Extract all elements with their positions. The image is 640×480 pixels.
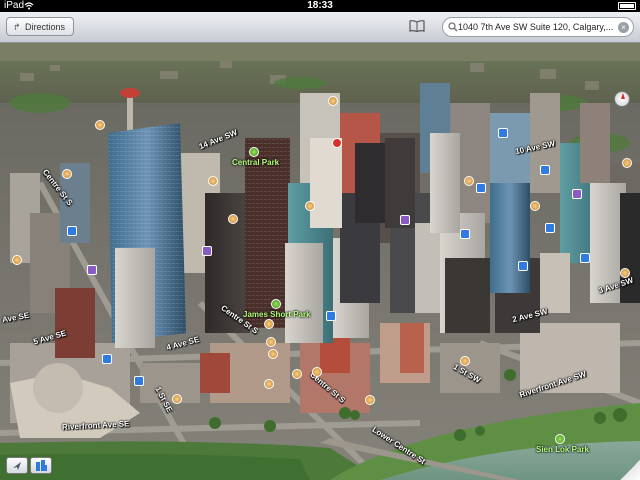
poi-pin-icon[interactable] <box>460 356 470 366</box>
poi-pin-icon[interactable] <box>266 337 276 347</box>
poi-pin-icon[interactable] <box>268 349 278 359</box>
status-bar: iPad 18:33 <box>0 0 640 12</box>
poi-pin-icon[interactable] <box>540 165 550 175</box>
poi-pin-icon[interactable] <box>312 367 322 377</box>
search-input[interactable] <box>458 19 616 35</box>
poi-pin-icon[interactable] <box>264 319 274 329</box>
poi-pin-icon[interactable] <box>202 246 212 256</box>
flyover-city-render <box>0 43 640 480</box>
poi-pin-icon[interactable] <box>95 120 105 130</box>
poi-pin-icon[interactable] <box>87 265 97 275</box>
flyover-3d-button[interactable] <box>30 457 52 474</box>
poi-pin-icon[interactable] <box>102 354 112 364</box>
poi-pin-icon[interactable] <box>530 201 540 211</box>
buildings-3d-icon <box>36 460 47 471</box>
poi-pin-icon[interactable] <box>545 223 555 233</box>
current-location-button[interactable] <box>6 457 28 474</box>
park-label: Central Park <box>232 158 280 167</box>
poi-pin-icon[interactable] <box>208 176 218 186</box>
page-curl-icon[interactable] <box>620 460 640 480</box>
poi-pin-icon[interactable] <box>67 226 77 236</box>
poi-pin-icon[interactable] <box>305 201 315 211</box>
poi-pin-icon[interactable] <box>518 261 528 271</box>
poi-pin-icon[interactable] <box>400 215 410 225</box>
poi-pin-icon[interactable] <box>62 169 72 179</box>
poi-pin-icon[interactable] <box>12 255 22 265</box>
status-time: 18:33 <box>307 0 333 11</box>
poi-pin-icon[interactable] <box>476 183 486 193</box>
poi-pin-icon[interactable] <box>498 128 508 138</box>
poi-pin-icon[interactable] <box>172 394 182 404</box>
park-icon[interactable] <box>249 147 259 157</box>
poi-pin-icon[interactable] <box>572 189 582 199</box>
poi-pin-icon[interactable] <box>326 311 336 321</box>
poi-pin-icon[interactable] <box>332 138 342 148</box>
bookmarks-icon[interactable] <box>409 20 425 32</box>
directions-arrow-icon: ↱ <box>13 22 21 32</box>
park-icon[interactable] <box>271 299 281 309</box>
poi-pin-icon[interactable] <box>580 253 590 263</box>
park-label: James Short Park <box>243 310 311 319</box>
directions-button[interactable]: ↱ Directions <box>6 17 75 36</box>
poi-pin-icon[interactable] <box>328 96 338 106</box>
map-view[interactable]: 14 Ave SW Centre St S 10 Ave SW Ave SE 5… <box>0 43 640 480</box>
poi-pin-icon[interactable] <box>622 158 632 168</box>
clear-search-icon[interactable]: × <box>618 22 629 33</box>
battery-icon <box>618 2 636 10</box>
poi-pin-icon[interactable] <box>620 268 630 278</box>
poi-pin-icon[interactable] <box>264 379 274 389</box>
maps-toolbar: ↱ Directions × <box>0 12 640 43</box>
compass-icon[interactable] <box>614 91 630 107</box>
park-icon[interactable] <box>555 434 565 444</box>
location-arrow-icon <box>13 462 21 470</box>
poi-pin-icon[interactable] <box>134 376 144 386</box>
poi-pin-icon[interactable] <box>365 395 375 405</box>
poi-pin-icon[interactable] <box>292 369 302 379</box>
search-field[interactable]: × <box>442 17 634 37</box>
poi-pin-icon[interactable] <box>464 176 474 186</box>
directions-label: Directions <box>25 22 66 32</box>
poi-pin-icon[interactable] <box>460 229 470 239</box>
search-icon <box>448 22 458 32</box>
poi-pin-icon[interactable] <box>228 214 238 224</box>
park-label: Sien Lok Park <box>536 445 589 454</box>
